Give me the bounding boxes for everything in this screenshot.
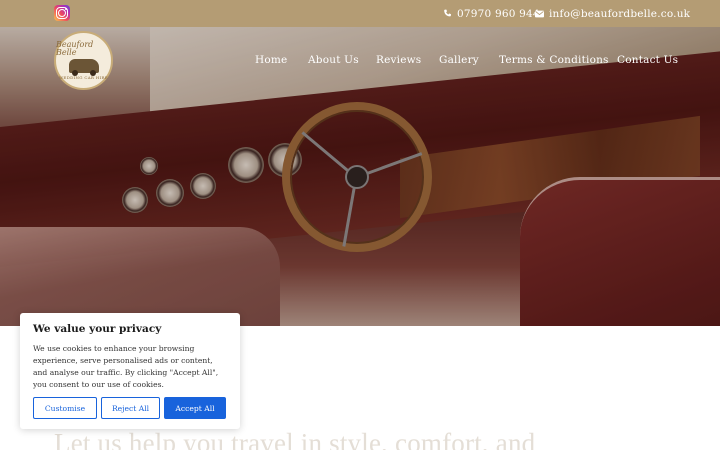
cookie-title: We value your privacy [33,323,162,335]
nav-about-us[interactable]: About Us [308,54,359,66]
accept-all-button[interactable]: Accept All [164,397,226,419]
nav-gallery[interactable]: Gallery [439,54,479,66]
phone-link[interactable]: 07970 960 944 [443,0,540,27]
cookie-actions: Customise Reject All Accept All [33,397,230,419]
email-link[interactable]: info@beaufordbelle.co.uk [535,0,690,27]
instagram-icon[interactable] [54,5,70,21]
reject-all-button[interactable]: Reject All [101,397,160,419]
phone-number: 07970 960 944 [457,7,540,20]
nav-contact-us[interactable]: Contact Us [617,54,678,66]
nav-reviews[interactable]: Reviews [376,54,421,66]
top-bar: 07970 960 944 info@beaufordbelle.co.uk [0,0,720,27]
nav-terms-conditions[interactable]: Terms & Conditions [499,54,609,66]
logo-tagline: WEDDING CAR HIRE [58,75,109,80]
cookie-banner: We value your privacy We use cookies to … [20,313,240,429]
cookie-description: We use cookies to enhance your browsing … [33,344,219,389]
nav-home[interactable]: Home [255,54,287,66]
email-address: info@beaufordbelle.co.uk [549,7,691,20]
mail-icon [535,10,544,17]
phone-icon [444,9,451,17]
customise-button[interactable]: Customise [33,397,97,419]
intro-heading: Let us help you travel in style, comfort… [54,428,536,450]
main-nav: Home About Us Reviews Gallery Terms & Co… [0,54,720,70]
